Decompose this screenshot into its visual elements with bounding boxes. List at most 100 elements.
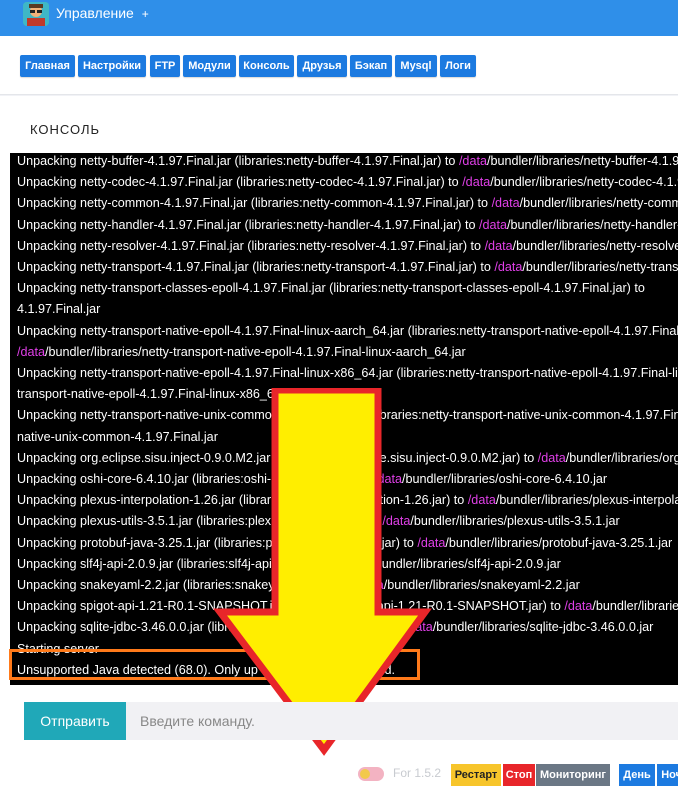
console-line: Unpacking sqlite-jdbc-3.46.0.0.jar (libr… [17, 616, 653, 638]
console-line: Unpacking plexus-utils-3.5.1.jar (librar… [17, 510, 620, 532]
console-line-text: Unpacking netty-common-4.1.97.Final.jar … [17, 196, 492, 211]
console-line-rest: /bundler/libraries/protobuf-java-3.25.1.… [445, 535, 673, 550]
console-line-path: /data [417, 535, 446, 550]
console-line: Unpacking netty-buffer-4.1.97.Final.jar … [17, 153, 678, 172]
console-line-text: Unpacking netty-codec-4.1.97.Final.jar (… [17, 175, 463, 190]
console-line-path: /data [355, 578, 384, 592]
tab-ftp[interactable]: FTP [150, 55, 180, 77]
console-line-path: /data [458, 154, 487, 168]
console-line: native-unix-common-4.1.97.Final.jar [17, 426, 218, 448]
command-bar: Отправить [24, 702, 678, 740]
console-output[interactable]: Unpacking netty-buffer-4.1.97.Final.jar … [10, 153, 678, 685]
nav-tabs: Главная Настройки FTP Модули Консоль Дру… [0, 36, 678, 95]
console-line-path: /data [494, 260, 523, 274]
console-line-path: /data [17, 344, 46, 359]
console-line: Unpacking netty-transport-native-epoll-4… [17, 320, 678, 342]
console-line-rest: /bundler/libraries/netty-handler-4.1.97.… [507, 217, 678, 232]
restart-button[interactable]: Рестарт [451, 764, 501, 786]
console-line-text: Unpacking netty-transport-classes-epoll-… [17, 281, 645, 296]
stop-button[interactable]: Стоп [503, 764, 535, 786]
tab-backup[interactable]: Бэкап [350, 55, 392, 77]
console-line-rest: /bundler/libraries/netty-common-4.1.97.F… [519, 196, 678, 211]
night-button[interactable]: Ночь [657, 764, 678, 786]
tab-modules[interactable]: Модули [183, 55, 236, 77]
plus-icon[interactable]: + [142, 7, 149, 21]
console-line-path: /data [479, 217, 508, 232]
theme-toggle[interactable] [358, 767, 384, 781]
tab-console[interactable]: Консоль [239, 55, 294, 77]
console-line-text: 4.1.97.Final.jar [17, 302, 101, 317]
console-line-text: Unpacking org.eclipse.sisu.inject-0.9.0.… [17, 450, 538, 465]
console-line-text: Unpacking netty-transport-native-epoll-4… [17, 366, 678, 380]
console-line-text: Unpacking snakeyaml-2.2.jar (libraries:s… [17, 578, 356, 592]
console-line: Unpacking netty-transport-native-epoll-4… [17, 362, 678, 384]
version-label: For 1.5.2 [393, 766, 442, 780]
console-line-text: Unpacking netty-resolver-4.1.97.Final.ja… [17, 238, 485, 253]
app-title[interactable]: Управление + [56, 5, 149, 21]
console-line-text: Unsupported Java detected (68.0). Only u… [17, 662, 396, 677]
console-line: Unpacking spigot-api-1.21-R0.1-SNAPSHOT.… [17, 595, 678, 617]
console-line-text: Unpacking netty-transport-native-unix-co… [17, 408, 678, 423]
console-line-rest: /bundler/libraries/netty-transport-nativ… [45, 344, 466, 359]
console-line-text: Starting server [17, 641, 99, 656]
console-line: transport-native-epoll-4.1.97.Final-linu… [17, 383, 298, 405]
console-line: Starting server [17, 638, 99, 660]
console-line: Unpacking netty-transport-native-unix-co… [17, 404, 678, 426]
console-line-text: Unpacking spigot-api-1.21-R0.1-SNAPSHOT.… [17, 599, 565, 614]
console-line-rest: /bundler/libraries/sqlite-jdbc-3.46.0.0.… [432, 620, 654, 635]
console-line-path: /data [382, 514, 411, 529]
console-line-text: Unpacking oshi-core-6.4.10.jar (librarie… [17, 472, 374, 486]
console-card: КОНСОЛЬ Unpacking netty-buffer-4.1.97.Fi… [0, 96, 678, 799]
toggle-knob [360, 769, 370, 779]
console-line-path: /data [404, 620, 433, 635]
top-bar: Управление + [0, 0, 678, 36]
console-line: /data/bundler/libraries/netty-transport-… [17, 341, 466, 363]
tab-mysql[interactable]: Mysql [395, 55, 437, 77]
tab-settings[interactable]: Настройки [78, 55, 146, 77]
console-line-rest: /bundler/libraries/netty-buffer-4.1.97.F… [486, 154, 678, 168]
console-line-path: /data [564, 599, 593, 614]
console-line-text: Unpacking netty-transport-4.1.97.Final.j… [17, 260, 495, 274]
console-line: Unpacking netty-resolver-4.1.97.Final.ja… [17, 235, 678, 257]
console-line-rest: /bundler/libraries/org.eclipse.sisu.inje… [565, 450, 678, 465]
avatar[interactable] [23, 2, 49, 26]
tab-main[interactable]: Главная [20, 55, 75, 77]
console-line-rest: /bundler/libraries/plexus-interpolation-… [495, 493, 678, 508]
console-line-text: Unpacking slf4j-api-2.0.9.jar (libraries… [17, 556, 344, 571]
tab-friends[interactable]: Друзья [297, 55, 347, 77]
tab-logs[interactable]: Логи [440, 55, 476, 77]
console-line-path: /data [484, 238, 513, 253]
console-line: Unpacking netty-transport-4.1.97.Final.j… [17, 256, 678, 278]
console-line: Unpacking netty-codec-4.1.97.Final.jar (… [17, 171, 678, 193]
console-line-text: Unpacking sqlite-jdbc-3.46.0.0.jar (libr… [17, 620, 405, 635]
console-line: Unpacking netty-handler-4.1.97.Final.jar… [17, 214, 678, 236]
console-line-path: /data [462, 175, 491, 190]
console-line-path: /data [491, 196, 520, 211]
console-line-rest: /bundler/libraries/netty-transport-4.1.9… [522, 260, 678, 274]
console-line: Unpacking slf4j-api-2.0.9.jar (libraries… [17, 553, 561, 575]
console-line-rest: /bundler/libraries/slf4j-api-2.0.9.jar [371, 556, 561, 571]
console-line-text: transport-native-epoll-4.1.97.Final-linu… [17, 387, 299, 402]
console-line: Unpacking plexus-interpolation-1.26.jar … [17, 489, 678, 511]
console-line: Unpacking oshi-core-6.4.10.jar (librarie… [17, 468, 607, 490]
command-input[interactable] [126, 702, 678, 740]
console-line-path: /data [467, 493, 496, 508]
day-button[interactable]: День [619, 764, 655, 786]
error-line: Unsupported Java detected (68.0). Only u… [17, 659, 395, 681]
console-line-text: native-unix-common-4.1.97.Final.jar [17, 429, 218, 444]
console-line-text: Unpacking plexus-utils-3.5.1.jar (librar… [17, 514, 383, 529]
console-line: Unpacking netty-transport-classes-epoll-… [17, 277, 645, 299]
console-line-rest: /bundler/libraries/spigot-api-1.21-R0.1-… [592, 599, 678, 614]
console-line-rest: /bundler/libraries/snakeyaml-2.2.jar [383, 578, 580, 592]
console-line: Unpacking snakeyaml-2.2.jar (libraries:s… [17, 574, 580, 596]
console-line-rest: /bundler/libraries/oshi-core-6.4.10.jar [402, 472, 608, 486]
console-line-path: /data [373, 472, 402, 486]
console-line-rest: /bundler/libraries/netty-resolver-4.1.97… [512, 238, 678, 253]
console-line-text: Unpacking netty-transport-native-epoll-4… [17, 323, 678, 338]
send-button[interactable]: Отправить [24, 702, 126, 740]
console-line-text: Unpacking netty-buffer-4.1.97.Final.jar … [17, 154, 459, 168]
console-line-text: Unpacking protobuf-java-3.25.1.jar (libr… [17, 535, 418, 550]
console-title: КОНСОЛЬ [30, 122, 101, 137]
console-line-path: /data [343, 556, 372, 571]
monitoring-button[interactable]: Мониторинг [536, 764, 610, 786]
